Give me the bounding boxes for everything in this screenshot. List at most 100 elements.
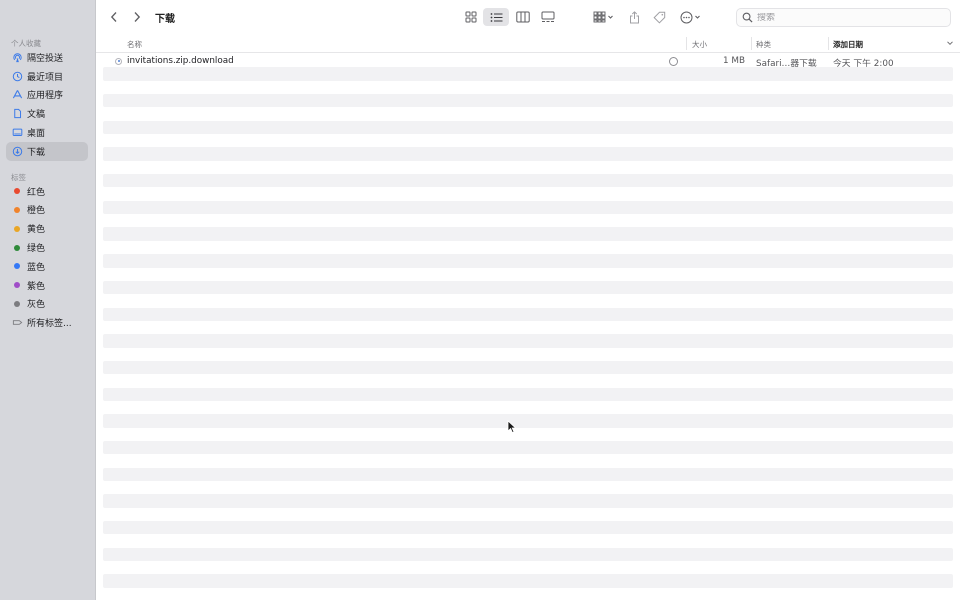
sidebar-tag-gray[interactable]: 灰色 <box>6 295 88 314</box>
empty-row <box>103 374 953 387</box>
toolbar: 下载 <box>96 0 960 34</box>
group-button[interactable] <box>590 8 618 26</box>
empty-row <box>103 547 953 562</box>
tag-label: 橙色 <box>27 206 46 217</box>
empty-row <box>103 321 953 334</box>
back-button[interactable] <box>107 8 121 26</box>
search-input[interactable] <box>757 12 937 23</box>
column-view-icon <box>516 11 530 23</box>
file-name: invitations.zip.download <box>127 55 234 66</box>
column-header-date-added[interactable]: 添加日期 <box>833 39 863 50</box>
list-view-button[interactable] <box>483 8 509 26</box>
sidebar-item-recents[interactable]: 最近项目 <box>6 67 88 86</box>
group-grid-icon <box>593 11 613 23</box>
main-pane: 下载 搜索 名称 大小 种类 添加日期 invitations.zip.down… <box>96 0 960 600</box>
sidebar-tag-purple[interactable]: 紫色 <box>6 276 88 295</box>
empty-row <box>103 307 953 321</box>
column-header-kind[interactable]: 种类 <box>756 39 771 50</box>
empty-row <box>103 481 953 494</box>
column-headers: 名称 大小 种类 添加日期 <box>96 34 960 53</box>
download-icon <box>12 146 23 157</box>
clock-icon <box>12 71 23 82</box>
empty-row <box>103 174 953 188</box>
sidebar: 个人收藏 隔空投送 最近项目 应用程序 文稿 桌面 下载 标签 红色 橙色 黄色… <box>0 0 96 600</box>
tag-dot-icon <box>14 206 20 213</box>
column-divider[interactable] <box>828 37 829 50</box>
empty-row <box>103 94 953 108</box>
column-divider[interactable] <box>686 37 687 50</box>
sidebar-tag-yellow[interactable]: 黄色 <box>6 219 88 238</box>
empty-row <box>103 494 953 508</box>
sidebar-item-applications[interactable]: 应用程序 <box>6 86 88 105</box>
chevron-down-icon[interactable] <box>946 39 954 47</box>
tag-label: 灰色 <box>27 300 46 311</box>
empty-row <box>103 134 953 147</box>
tag-icon <box>652 11 665 24</box>
sidebar-section-favorites: 个人收藏 <box>11 39 41 48</box>
search-field[interactable] <box>736 8 951 27</box>
download-file-icon <box>115 57 122 65</box>
tag-label: 黄色 <box>27 225 46 236</box>
empty-row <box>103 574 953 588</box>
sidebar-item-airdrop[interactable]: 隔空投送 <box>6 48 88 67</box>
chevron-left-icon <box>110 12 117 22</box>
download-progress-icon[interactable] <box>669 56 678 66</box>
desktop-icon <box>12 127 23 138</box>
empty-row <box>103 187 953 200</box>
empty-row <box>103 414 953 428</box>
tag-dot-icon <box>14 263 20 270</box>
empty-row <box>103 467 953 481</box>
empty-row <box>103 254 953 268</box>
column-header-size[interactable]: 大小 <box>692 39 707 50</box>
mouse-pointer-icon <box>507 420 517 434</box>
sidebar-item-label: 文稿 <box>27 110 46 121</box>
more-actions-button[interactable] <box>679 8 705 26</box>
sidebar-tag-orange[interactable]: 橙色 <box>6 201 88 220</box>
empty-row <box>103 387 953 401</box>
sidebar-item-desktop[interactable]: 桌面 <box>6 123 88 142</box>
file-list: invitations.zip.download 1 MB Safari…器下载… <box>103 54 953 588</box>
icon-view-button[interactable] <box>461 8 481 26</box>
sidebar-item-label: 最近项目 <box>27 72 64 83</box>
applications-icon <box>12 89 23 100</box>
chevron-right-icon <box>134 12 141 22</box>
gallery-view-button[interactable] <box>538 8 558 26</box>
empty-row <box>103 360 953 375</box>
sidebar-item-documents[interactable]: 文稿 <box>6 104 88 123</box>
empty-row <box>103 521 953 535</box>
empty-row <box>103 227 953 241</box>
column-divider[interactable] <box>751 37 752 50</box>
empty-row <box>103 401 953 414</box>
forward-button[interactable] <box>130 8 144 26</box>
empty-row <box>103 120 953 135</box>
sidebar-item-downloads[interactable]: 下载 <box>6 141 88 161</box>
empty-row <box>103 161 953 174</box>
share-button[interactable] <box>626 8 642 26</box>
empty-row <box>103 147 953 161</box>
sidebar-item-label: 应用程序 <box>27 91 64 102</box>
sidebar-section-tags: 标签 <box>11 172 26 182</box>
empty-row <box>103 334 953 348</box>
tag-icon <box>12 317 23 328</box>
tags-button[interactable] <box>651 8 667 26</box>
list-view-icon <box>490 12 502 22</box>
sidebar-item-label: 隔空投送 <box>27 53 64 64</box>
empty-row <box>103 280 953 295</box>
empty-row <box>103 348 953 361</box>
column-header-name[interactable]: 名称 <box>127 39 142 50</box>
sidebar-tag-blue[interactable]: 蓝色 <box>6 257 88 276</box>
window-title: 下载 <box>155 14 175 25</box>
empty-row <box>103 534 953 547</box>
sidebar-item-label: 下载 <box>27 147 46 158</box>
gallery-view-icon <box>541 11 555 22</box>
empty-row <box>103 454 953 467</box>
column-view-button[interactable] <box>513 8 533 26</box>
sidebar-all-tags[interactable]: 所有标签... <box>6 313 88 332</box>
empty-row <box>103 428 953 441</box>
empty-row <box>103 107 953 120</box>
tag-dot-icon <box>14 282 20 289</box>
table-row[interactable]: invitations.zip.download 1 MB Safari…器下载… <box>103 54 953 69</box>
tag-dot-icon <box>14 225 20 232</box>
sidebar-tag-green[interactable]: 绿色 <box>6 238 88 257</box>
sidebar-tag-red[interactable]: 红色 <box>6 182 88 201</box>
